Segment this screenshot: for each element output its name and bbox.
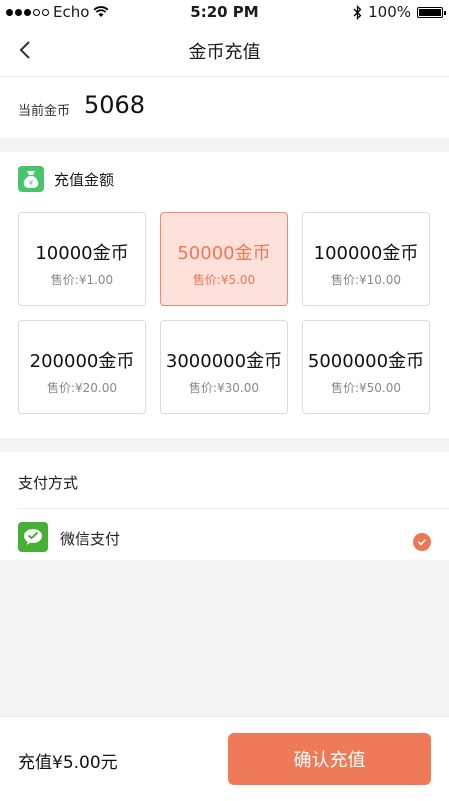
amount-option[interactable]: 100000金币 售价:¥10.00 bbox=[302, 212, 430, 306]
current-coins-panel: 当前金币 5068 bbox=[0, 77, 449, 138]
option-coins: 10000金币 bbox=[35, 243, 129, 264]
current-coins-value: 5068 bbox=[84, 91, 146, 119]
total-amount: 充值¥5.00元 bbox=[18, 753, 118, 773]
amount-option[interactable]: 10000金币 售价:¥1.00 bbox=[18, 212, 146, 306]
status-bar: Echo 5:20 PM 100% bbox=[0, 0, 449, 24]
payment-method-title: 支付方式 bbox=[18, 474, 79, 492]
bottom-bar: 充值¥5.00元 确认充值 bbox=[0, 716, 449, 801]
payment-option-wechat[interactable]: 微信支付 bbox=[0, 509, 449, 560]
confirm-recharge-button[interactable]: 确认充值 bbox=[228, 733, 431, 785]
amount-options-grid: 10000金币 售价:¥1.00 50000金币 售价:¥5.00 100000… bbox=[18, 212, 431, 414]
recharge-amount-section: ¥ 充值金额 10000金币 售价:¥1.00 50000金币 售价:¥5.00… bbox=[0, 152, 449, 438]
amount-option[interactable]: 200000金币 售价:¥20.00 bbox=[18, 320, 146, 414]
amount-option[interactable]: 3000000金币 售价:¥30.00 bbox=[160, 320, 288, 414]
checkmark-icon bbox=[413, 533, 431, 551]
option-coins: 50000金币 bbox=[177, 243, 271, 264]
payment-method-name: 微信支付 bbox=[60, 530, 121, 548]
status-right: 100% bbox=[353, 3, 446, 21]
option-coins: 200000金币 bbox=[29, 351, 135, 372]
battery-icon bbox=[417, 6, 446, 18]
option-price: 售价:¥30.00 bbox=[188, 381, 260, 395]
option-price: 售价:¥1.00 bbox=[50, 273, 114, 287]
bluetooth-icon bbox=[353, 4, 362, 20]
option-price: 售价:¥10.00 bbox=[330, 273, 402, 287]
page-title: 金币充值 bbox=[188, 42, 261, 63]
recharge-amount-header: ¥ 充值金额 bbox=[18, 166, 114, 192]
amount-option-selected[interactable]: 50000金币 售价:¥5.00 bbox=[160, 212, 288, 306]
battery-percent: 100% bbox=[368, 3, 411, 21]
option-price: 售价:¥20.00 bbox=[46, 381, 118, 395]
option-coins: 100000金币 bbox=[313, 243, 419, 264]
option-price: 售价:¥5.00 bbox=[192, 273, 256, 287]
amount-option[interactable]: 5000000金币 售价:¥50.00 bbox=[302, 320, 430, 414]
recharge-amount-title: 充值金额 bbox=[54, 170, 115, 189]
payment-method-section: 支付方式 微信支付 bbox=[0, 452, 449, 560]
option-coins: 3000000金币 bbox=[165, 351, 283, 372]
money-bag-icon: ¥ bbox=[18, 166, 44, 192]
option-price: 售价:¥50.00 bbox=[330, 381, 402, 395]
option-coins: 5000000金币 bbox=[307, 351, 425, 372]
nav-bar: 金币充值 bbox=[0, 24, 449, 77]
svg-text:¥: ¥ bbox=[29, 179, 34, 187]
current-coins-label: 当前金币 bbox=[18, 104, 71, 119]
wechat-pay-icon bbox=[18, 522, 48, 552]
